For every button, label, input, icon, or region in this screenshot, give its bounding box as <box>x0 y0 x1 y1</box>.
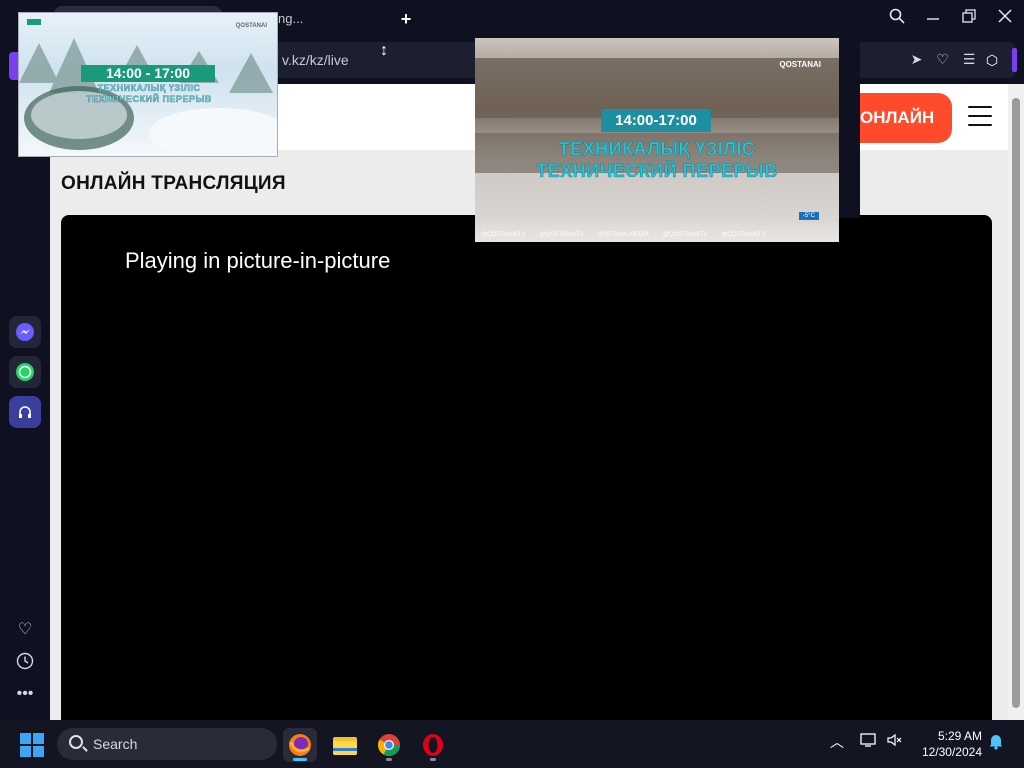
pip-small-top-badge <box>27 19 41 25</box>
network-icon[interactable] <box>860 732 878 751</box>
pip-small-brand: QOSTANAI <box>235 23 267 29</box>
pip-small-russian-text: ТЕХНИЧЕСКИЙ ПЕРЕРЫВ <box>86 94 212 104</box>
search-icon <box>69 735 83 749</box>
chevron-up-icon[interactable]: ︿ <box>830 732 844 752</box>
windows-start-icon[interactable] <box>20 733 44 757</box>
clock-time: 5:29 AM <box>937 729 982 743</box>
heart-icon[interactable]: ♡ <box>936 51 949 68</box>
more-icon[interactable]: ••• <box>15 684 35 704</box>
opera-icon[interactable] <box>416 728 450 762</box>
taskbar: Search ︿ 5:29 AM 12/30/2024 <box>0 720 1024 768</box>
history-icon[interactable] <box>15 652 35 672</box>
hamburger-icon[interactable] <box>968 106 992 126</box>
social-handle-youtube: @QOSTANAITV <box>662 232 708 238</box>
scrollbar-thumb[interactable] <box>1012 98 1020 708</box>
resize-cursor-icon: ↕ <box>380 42 388 59</box>
cube-icon[interactable]: ⬡ <box>976 42 1008 78</box>
close-icon[interactable] <box>994 8 1016 30</box>
video-player[interactable]: Playing in picture-in-picture <box>61 215 992 720</box>
social-handle-vk: @QOSTANAITV <box>721 232 766 238</box>
music-icon[interactable] <box>9 396 41 428</box>
search-icon[interactable] <box>886 8 908 30</box>
firefox-icon[interactable] <box>283 728 317 762</box>
share-icon[interactable]: ➤ <box>911 51 923 68</box>
pip-large-brand: QOSTANAI <box>779 60 821 69</box>
whatsapp-icon[interactable] <box>9 356 41 388</box>
extension-indicator <box>1012 48 1017 72</box>
url-text[interactable]: v.kz/kz/live <box>282 52 349 68</box>
page-scrollbar[interactable] <box>1008 84 1024 720</box>
temperature-badge: -5°C <box>798 212 819 220</box>
pip-large-edge <box>839 38 860 218</box>
messenger-icon[interactable] <box>9 316 41 348</box>
social-handles: @QOSTANAITV @QOSTANAITV QOSTANAI.MEDIA @… <box>481 232 766 238</box>
new-tab-button[interactable]: + <box>396 9 416 29</box>
pip-small-time-badge: 14:00 - 17:00 <box>81 65 215 82</box>
pip-large-time-badge: 14:00-17:00 <box>601 109 711 132</box>
search-label: Search <box>93 736 138 752</box>
social-handle-site: QOSTANAI.MEDIA <box>597 232 649 238</box>
file-explorer-icon[interactable] <box>328 728 362 762</box>
page-title: ОНЛАЙН ТРАНСЛЯЦИЯ <box>61 173 286 194</box>
pip-large-kazakh-text: ТЕХНИКАЛЫҚ ҮЗІЛІС <box>558 139 756 159</box>
heart-icon[interactable]: ♡ <box>15 620 35 640</box>
taskbar-search[interactable]: Search <box>57 728 277 760</box>
social-handle-instagram: @QOSTANAITV <box>539 232 584 238</box>
tab-title[interactable]: ng... <box>278 11 303 26</box>
notification-bell-icon[interactable] <box>988 732 1004 753</box>
pip-status-text: Playing in picture-in-picture <box>125 248 391 273</box>
sliders-icon[interactable]: ☰ <box>963 51 976 68</box>
pip-small-kazakh-text: ТЕХНИКАЛЫҚ ҮЗІЛІС <box>97 83 201 93</box>
minimize-icon[interactable] <box>922 8 944 30</box>
pip-large-russian-text: ТЕХНИЧЕСКИЙ ПЕРЕРЫВ <box>536 161 778 181</box>
pip-window-large[interactable]: QOSTANAI 14:00-17:00 ТЕХНИКАЛЫҚ ҮЗІЛІС Т… <box>475 38 839 242</box>
pip-window-small[interactable]: QOSTANAI 14:00 - 17:00 ТЕХНИКАЛЫҚ ҮЗІЛІС… <box>18 12 278 157</box>
system-clock[interactable]: 5:29 AM 12/30/2024 <box>912 728 982 760</box>
volume-muted-icon[interactable] <box>886 732 904 751</box>
chrome-icon[interactable] <box>372 728 406 762</box>
social-handle-telegram: @QOSTANAITV <box>481 232 526 238</box>
clock-date: 12/30/2024 <box>921 745 982 759</box>
restore-icon[interactable] <box>958 8 980 30</box>
